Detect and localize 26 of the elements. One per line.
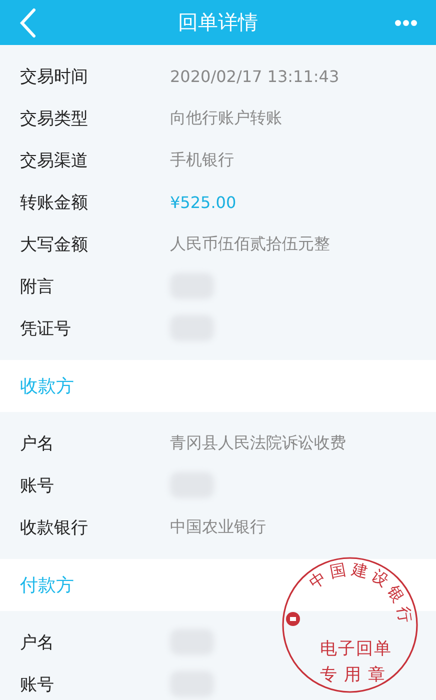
field-label: 大写金额: [20, 234, 89, 256]
field-label: 交易渠道: [20, 150, 89, 172]
field-label: 交易时间: [20, 66, 89, 88]
seal-bank-name: 中国建设银行: [306, 559, 416, 628]
field-label: 收款银行: [20, 516, 89, 538]
seal-text: 专用章: [320, 665, 392, 685]
field-value: 人民币伍佰贰拾伍元整: [170, 234, 330, 254]
field-label: 转账金额: [20, 192, 89, 214]
section-title: 收款方: [20, 375, 74, 398]
page-title: 回单详情: [177, 9, 259, 36]
section-title: 付款方: [20, 574, 74, 597]
field-label: 户名: [20, 432, 55, 454]
field-label: 账号: [20, 474, 55, 496]
field-label: 附言: [20, 276, 55, 298]
more-icon[interactable]: [394, 18, 418, 26]
amount-value: ¥525.00: [170, 192, 236, 212]
field-label: 凭证号: [20, 318, 72, 340]
field-label: 户名: [20, 632, 55, 654]
field-value: 2020/02/17 13:11:43: [170, 66, 340, 86]
field-value: 青冈县人民法院诉讼收费: [170, 432, 346, 454]
field-value: 中国农业银行: [170, 516, 266, 538]
seal-text: 电子回单: [320, 639, 392, 659]
field-value: 手机银行: [170, 150, 234, 170]
field-label: 账号: [20, 674, 55, 696]
field-label: 交易类型: [20, 108, 89, 130]
field-value: 向他行账户转账: [170, 108, 282, 128]
